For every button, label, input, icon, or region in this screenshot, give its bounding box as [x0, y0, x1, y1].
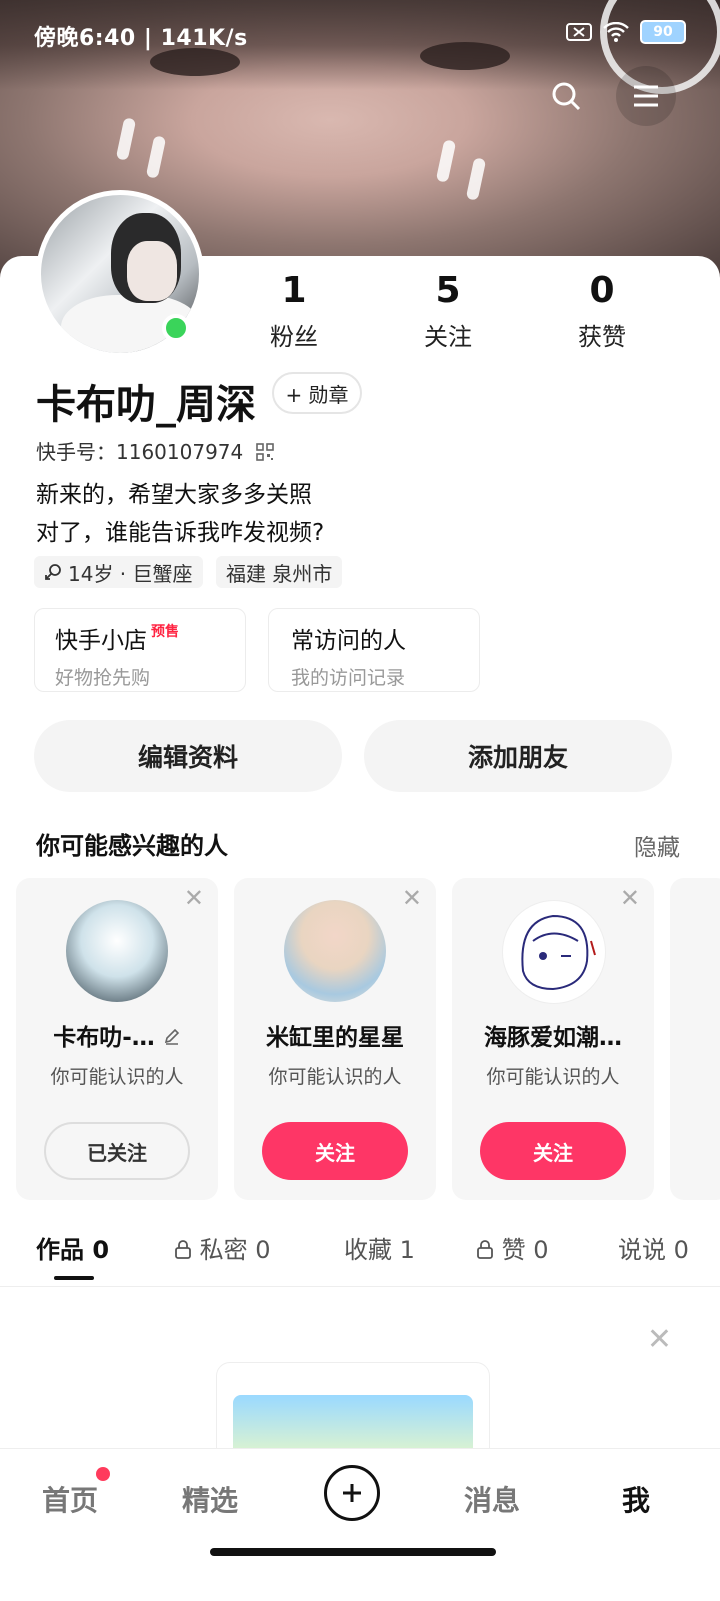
tab-works[interactable]: 作品 0 [36, 1230, 109, 1265]
recommend-card[interactable]: ✕ 卡布叻-… 你可能认识的人 已关注 [16, 878, 218, 1200]
cover-stroke [115, 117, 137, 161]
sketch-avatar-image [521, 914, 596, 991]
stat-label: 关注 [424, 323, 472, 351]
lock-icon [175, 1240, 191, 1259]
nav-home[interactable]: 首页 [42, 1479, 98, 1519]
stat-fans[interactable]: 1 粉丝 [234, 270, 354, 352]
add-badge-button[interactable]: + 勋章 [272, 372, 362, 414]
recommend-name: 海豚爱如潮… [484, 1025, 622, 1051]
lock-icon [477, 1240, 493, 1259]
avatar-face [127, 241, 177, 301]
edit-profile-button[interactable]: 编辑资料 [34, 720, 342, 792]
stat-likes[interactable]: 0 获赞 [542, 270, 662, 352]
location-tag: 福建 泉州市 [216, 556, 343, 588]
add-friend-button[interactable]: 添加朋友 [364, 720, 672, 792]
nav-messages[interactable]: 消息 [464, 1479, 520, 1519]
status-icons: 90 [566, 20, 686, 44]
gender-icon [45, 564, 61, 580]
search-button[interactable] [536, 66, 596, 126]
recommend-name: 米缸里的星星 [266, 1025, 404, 1051]
recommend-card[interactable]: ✕ 海豚爱如潮… 你可能认识的人 关注 [452, 878, 654, 1200]
tab-private[interactable]: 私密 0 [174, 1230, 271, 1265]
recommend-reason: 你可能认识的人 [268, 1066, 402, 1088]
qr-code-icon [255, 443, 274, 461]
recommend-hide-button[interactable]: 隐藏 [634, 828, 680, 862]
recommend-card-partial[interactable] [670, 878, 720, 1200]
kuaishou-shop-card[interactable]: 快手小店 预售 好物抢先购 [34, 608, 246, 692]
cover-stroke [465, 157, 487, 201]
create-button[interactable] [324, 1465, 380, 1521]
nav-featured[interactable]: 精选 [182, 1479, 238, 1519]
followed-button[interactable]: 已关注 [44, 1122, 190, 1180]
nav-me[interactable]: 我 [622, 1479, 650, 1519]
profile-tabs: 作品 0 私密 0 收藏 1 赞 0 说说 0 [0, 1230, 720, 1284]
recommend-card[interactable]: ✕ 米缸里的星星 你可能认识的人 关注 [234, 878, 436, 1200]
stat-number: 5 [435, 270, 461, 311]
profile-name: 卡布叻_周深 [36, 382, 256, 428]
recommend-name-text: 卡布叻-… [53, 1025, 155, 1051]
profile-bio: 新来的，希望大家多多关照 对了，谁能告诉我咋发视频? [36, 476, 324, 552]
tab-private-label: 私密 0 [199, 1236, 271, 1264]
age-tag: 14岁 · 巨蟹座 [34, 556, 203, 588]
cover-stroke [435, 139, 457, 183]
sim-off-icon [566, 23, 592, 41]
hamburger-menu-icon [634, 85, 658, 107]
online-status-dot [162, 314, 190, 342]
active-tab-indicator [54, 1276, 94, 1280]
close-icon[interactable]: ✕ [402, 884, 422, 912]
notification-dot [96, 1467, 110, 1481]
stat-number: 0 [589, 270, 615, 311]
tab-favorites[interactable]: 收藏 1 [344, 1230, 415, 1265]
frequent-visitors-card[interactable]: 常访问的人 我的访问记录 [268, 608, 480, 692]
stat-label: 获赞 [578, 323, 626, 351]
home-indicator [210, 1548, 496, 1556]
recommend-name: 卡布叻-… [16, 1018, 218, 1052]
kuaishou-id-text: 快手号：1160107974 [36, 440, 244, 464]
menu-button[interactable] [616, 66, 676, 126]
kuaishou-id[interactable]: 快手号：1160107974 [36, 436, 274, 465]
status-bar: 傍晚6:40 | 141K/s 90 [0, 0, 720, 70]
status-time: 傍晚6:40 | 141K/s [34, 26, 248, 51]
stat-number: 1 [281, 270, 307, 311]
cover-stroke [145, 135, 167, 179]
follow-button[interactable]: 关注 [262, 1122, 408, 1180]
tab-liked-label: 赞 0 [501, 1236, 549, 1264]
close-icon[interactable]: ✕ [647, 1322, 672, 1357]
bottom-nav: 首页 精选 消息 我 [0, 1448, 720, 1601]
edit-pencil-icon [164, 1028, 179, 1045]
visitors-title: 常访问的人 [291, 628, 406, 654]
recommend-avatar[interactable] [502, 900, 606, 1004]
divider [0, 1286, 720, 1287]
shop-title: 快手小店 [55, 628, 147, 654]
close-icon[interactable]: ✕ [184, 884, 204, 912]
visitors-subtitle: 我的访问记录 [291, 667, 406, 689]
stat-following[interactable]: 5 关注 [388, 270, 508, 352]
recommend-reason: 你可能认识的人 [50, 1066, 184, 1088]
stat-label: 粉丝 [270, 323, 318, 351]
bio-line: 对了，谁能告诉我咋发视频? [36, 520, 325, 546]
tab-posts[interactable]: 说说 0 [618, 1230, 689, 1265]
tab-liked[interactable]: 赞 0 [476, 1230, 549, 1265]
recommend-reason: 你可能认识的人 [486, 1066, 620, 1088]
follow-button[interactable]: 关注 [480, 1122, 626, 1180]
close-icon[interactable]: ✕ [620, 884, 640, 912]
battery-icon: 90 [640, 20, 686, 44]
presale-badge: 预售 [151, 624, 179, 640]
recommend-avatar[interactable] [284, 900, 386, 1002]
search-icon [552, 82, 581, 111]
wifi-icon [603, 22, 629, 42]
bio-line: 新来的，希望大家多多关照 [36, 482, 312, 508]
age-tag-text: 14岁 · 巨蟹座 [68, 561, 193, 586]
plus-icon [343, 1484, 361, 1502]
shop-subtitle: 好物抢先购 [55, 667, 151, 689]
recommend-avatar[interactable] [66, 900, 168, 1002]
recommend-title: 你可能感兴趣的人 [36, 832, 228, 860]
